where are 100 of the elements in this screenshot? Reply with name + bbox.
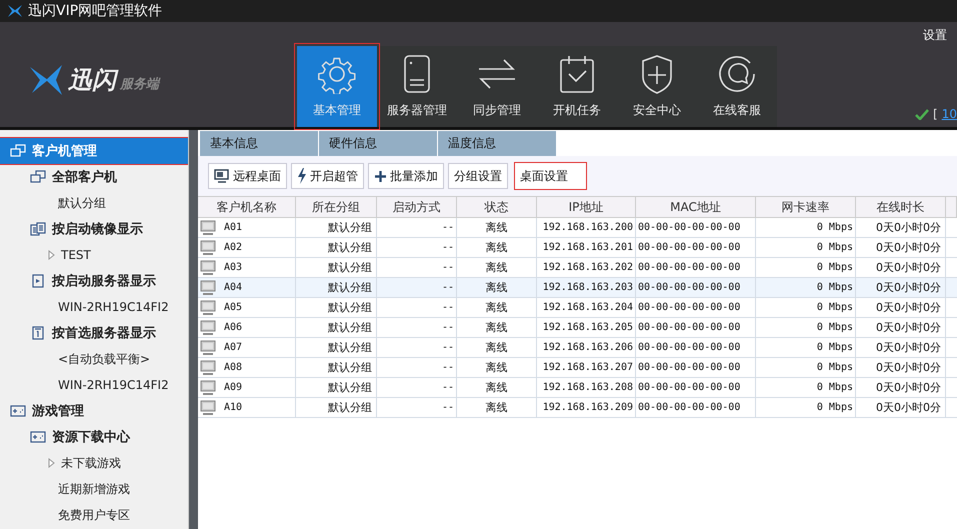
table-cell: A10 xyxy=(198,398,296,418)
tree-item[interactable]: 默认分组 xyxy=(0,190,188,216)
nav-tab[interactable]: 在线客服 xyxy=(697,46,777,127)
table-cell: -- xyxy=(377,238,457,258)
column-header[interactable]: 状态 xyxy=(457,197,537,218)
tree-item[interactable]: 游戏管理 xyxy=(0,398,188,424)
expand-arrow-icon[interactable] xyxy=(48,458,55,468)
column-header[interactable]: MAC地址 xyxy=(636,197,756,218)
window-title: 迅闪VIP网吧管理软件 xyxy=(28,2,162,20)
table-cell: 离线 xyxy=(457,338,537,358)
table-cell: 默认分组 xyxy=(296,398,377,418)
nav-tab[interactable]: 安全中心 xyxy=(617,46,697,127)
logo-icon xyxy=(30,64,64,94)
table-cell: 默认分组 xyxy=(296,338,377,358)
toolbar-button[interactable]: 远程桌面 xyxy=(208,163,287,189)
tree-item[interactable]: 客户机管理 xyxy=(0,138,188,164)
table-cell: 0天0小时0分 xyxy=(856,338,946,358)
tree-item[interactable]: <自动负载平衡> xyxy=(0,346,188,372)
logo-icon xyxy=(8,5,22,17)
table-cell: -- xyxy=(377,338,457,358)
table-cell: -- xyxy=(377,218,457,238)
computer-icon xyxy=(200,260,216,275)
expand-arrow-icon[interactable] xyxy=(48,250,55,260)
tree-item[interactable]: WIN-2RH19C14FI2 xyxy=(0,372,188,398)
nav-tab[interactable]: 同步管理 xyxy=(457,46,537,127)
gamepad-icon xyxy=(30,430,46,444)
table-cell: 192.168.163.206 xyxy=(537,338,636,358)
column-header[interactable]: 客户机名称 xyxy=(198,197,296,218)
tab[interactable]: 硬件信息 xyxy=(319,131,438,156)
table-cell: 默认分组 xyxy=(296,318,377,338)
tree-item[interactable]: TEST xyxy=(0,242,188,268)
table-cell: A02 xyxy=(198,238,296,258)
table-cell: 00-00-00-00-00-00 xyxy=(636,398,756,418)
nav-tab[interactable]: 开机任务 xyxy=(537,46,617,127)
table-cell: 0 Mbps xyxy=(756,238,856,258)
toolbar-button[interactable]: 分组设置 xyxy=(448,163,508,189)
table-cell: 离线 xyxy=(457,258,537,278)
check-icon xyxy=(915,108,930,120)
status-link[interactable]: 10 xyxy=(942,107,957,121)
table-cell: 0 Mbps xyxy=(756,338,856,358)
table-cell: 默认分组 xyxy=(296,358,377,378)
table-cell: 默认分组 xyxy=(296,238,377,258)
table-cell: 默认分组 xyxy=(296,218,377,238)
nav-tab[interactable]: 基本管理 xyxy=(297,46,377,127)
computer-icon xyxy=(200,380,216,395)
computer-icon xyxy=(200,400,216,415)
tab[interactable]: 温度信息 xyxy=(438,131,557,156)
tree-item[interactable]: 按启动镜像显示 xyxy=(0,216,188,242)
table-cell: A07 xyxy=(198,338,296,358)
table-cell: A09 xyxy=(198,378,296,398)
calendar-check-icon xyxy=(557,54,597,94)
computer-icon xyxy=(200,340,216,355)
table-cell: 192.168.163.205 xyxy=(537,318,636,338)
tree-item[interactable]: 近期新增游戏 xyxy=(0,476,188,502)
tree-item[interactable]: 按启动服务器显示 xyxy=(0,268,188,294)
table-cell: 192.168.163.208 xyxy=(537,378,636,398)
toolbar-button[interactable]: 批量添加 xyxy=(368,163,444,189)
table-cell: 0 Mbps xyxy=(756,218,856,238)
tree-item[interactable]: 全部客户机 xyxy=(0,164,188,190)
computer-icon xyxy=(200,220,216,235)
table-cell: 00-00-00-00-00-00 xyxy=(636,218,756,238)
table-cell: 0 Mbps xyxy=(756,298,856,318)
column-header[interactable]: 网卡速率 xyxy=(756,197,856,218)
column-header[interactable]: 在线时长 xyxy=(856,197,946,218)
table-cell: 00-00-00-00-00-00 xyxy=(636,258,756,278)
table-cell: -- xyxy=(377,378,457,398)
table-cell: 192.168.163.201 xyxy=(537,238,636,258)
table-cell: 0天0小时0分 xyxy=(856,278,946,298)
scrollbar[interactable] xyxy=(188,130,198,529)
settings-link[interactable]: 设置 xyxy=(923,27,957,44)
tree-item[interactable]: 按首选服务器显示 xyxy=(0,320,188,346)
column-header[interactable]: 启动方式 xyxy=(377,197,457,218)
computer-icon xyxy=(200,240,216,255)
tree-item[interactable]: 未下载游戏 xyxy=(0,450,188,476)
column-header[interactable]: IP地址 xyxy=(537,197,636,218)
table-cell: A06 xyxy=(198,318,296,338)
table-cell: -- xyxy=(377,318,457,338)
table-cell: 默认分组 xyxy=(296,258,377,278)
toolbar-button[interactable]: 桌面设置 xyxy=(514,162,587,190)
remote-desktop-icon xyxy=(214,169,230,183)
table-cell: 192.168.163.200 xyxy=(537,218,636,238)
column-header[interactable]: 所在分组 xyxy=(296,197,377,218)
table-cell: -- xyxy=(377,278,457,298)
table-cell: 默认分组 xyxy=(296,298,377,318)
table-cell: 离线 xyxy=(457,398,537,418)
table-cell: 离线 xyxy=(457,238,537,258)
table-cell: 00-00-00-00-00-00 xyxy=(636,358,756,378)
tree-item[interactable]: 资源下载中心 xyxy=(0,424,188,450)
tab[interactable]: 基本信息 xyxy=(200,131,319,156)
tree-item[interactable]: 免费用户专区 xyxy=(0,502,188,528)
toolbar-button[interactable]: 开启超管 xyxy=(291,163,364,189)
tree-item[interactable]: WIN-2RH19C14FI2 xyxy=(0,294,188,320)
table-cell: 0天0小时0分 xyxy=(856,218,946,238)
table-cell: -- xyxy=(377,358,457,378)
table-cell: 0天0小时0分 xyxy=(856,378,946,398)
document-play-icon xyxy=(30,274,46,288)
table-cell: 0 Mbps xyxy=(756,378,856,398)
table-cell: A04 xyxy=(198,278,296,298)
table-cell: 00-00-00-00-00-00 xyxy=(636,278,756,298)
nav-tab[interactable]: 服务器管理 xyxy=(377,46,457,127)
